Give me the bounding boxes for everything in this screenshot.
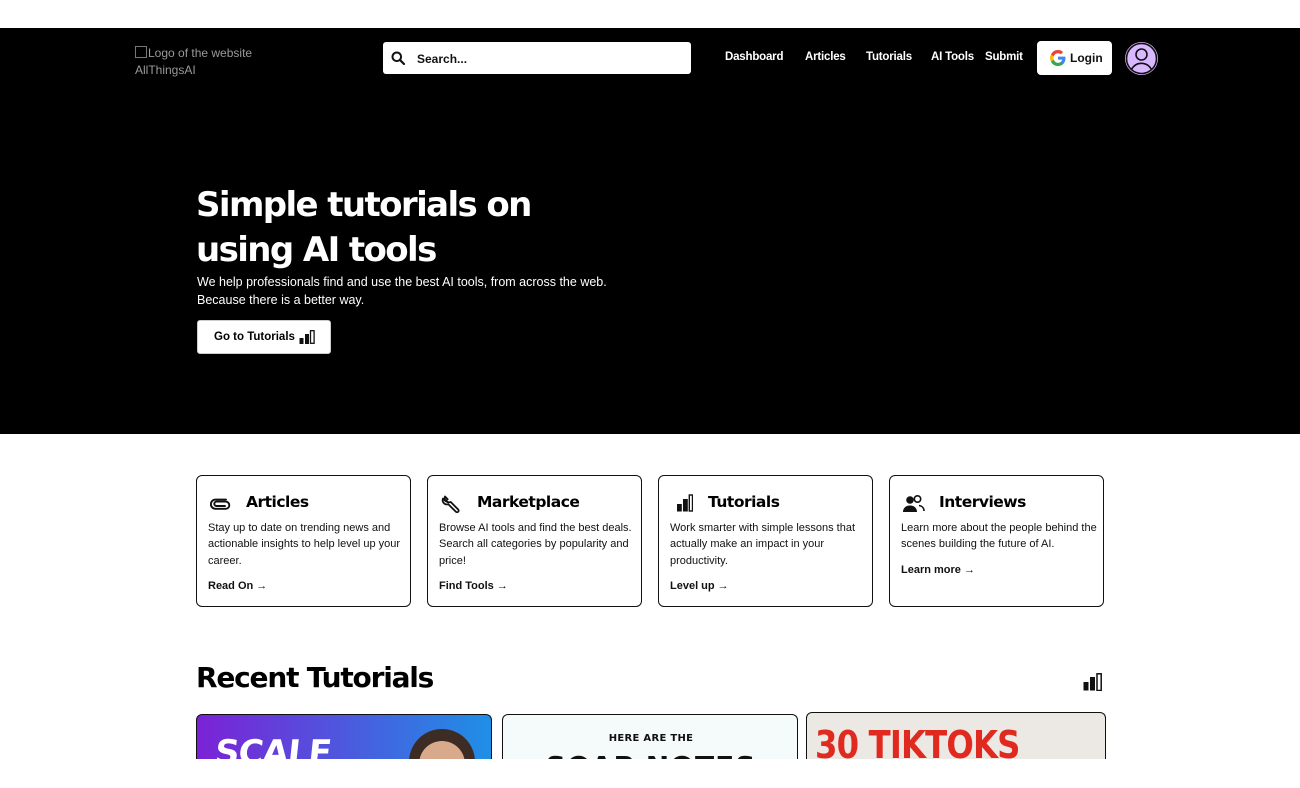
logo-alt-text: Logo of the website AllThingsAI xyxy=(135,46,253,77)
bar-chart-icon xyxy=(677,494,693,512)
search-icon xyxy=(391,51,405,65)
broken-image-icon xyxy=(135,46,147,58)
card-link-read-on[interactable]: Read On → xyxy=(208,580,267,592)
nav-dashboard[interactable]: Dashboard xyxy=(725,51,783,63)
card-marketplace[interactable]: Marketplace Browse AI tools and find the… xyxy=(427,475,642,607)
people-icon xyxy=(903,494,925,512)
bar-chart-icon xyxy=(299,330,315,344)
hero-title: Simple tutorials on using AI tools xyxy=(196,185,532,270)
card-tutorials[interactable]: Tutorials Work smarter with simple lesso… xyxy=(658,475,873,607)
nav-articles[interactable]: Articles xyxy=(805,51,846,63)
card-title: Articles xyxy=(246,493,309,511)
paperclip-icon xyxy=(210,498,231,510)
google-icon xyxy=(1050,50,1066,66)
card-title: Tutorials xyxy=(708,493,780,511)
wrench-icon xyxy=(441,495,460,514)
user-icon xyxy=(1125,42,1158,75)
card-title: Marketplace xyxy=(477,493,580,511)
card-articles[interactable]: Articles Stay up to date on trending new… xyxy=(196,475,411,607)
go-to-tutorials-label: Go to Tutorials xyxy=(214,331,295,343)
card-link-level-up[interactable]: Level up → xyxy=(670,580,729,592)
card-description: Browse AI tools and find the best deals.… xyxy=(439,522,632,567)
recent-tutorials-heading: Recent Tutorials xyxy=(196,661,434,694)
nav-submit[interactable]: Submit xyxy=(985,51,1023,63)
card-interviews[interactable]: Interviews Learn more about the people b… xyxy=(889,475,1104,607)
bar-chart-icon xyxy=(1083,673,1102,691)
card-link-find-tools[interactable]: Find Tools → xyxy=(439,580,508,592)
user-avatar[interactable] xyxy=(1125,42,1158,75)
card-title: Interviews xyxy=(939,493,1026,511)
search-bar[interactable] xyxy=(383,42,691,74)
search-input[interactable] xyxy=(415,48,679,70)
card-description: Work smarter with simple lessons that ac… xyxy=(670,522,856,567)
page-bottom-edge xyxy=(0,759,1300,788)
nav-ai-tools[interactable]: AI Tools xyxy=(931,51,974,63)
hero-subtitle: We help professionals find and use the b… xyxy=(197,275,607,307)
site-logo[interactable]: Logo of the website AllThingsAI xyxy=(135,45,285,79)
header-hero-background xyxy=(0,28,1300,434)
card-description: Learn more about the people behind the s… xyxy=(901,522,1097,551)
go-to-tutorials-button[interactable]: Go to Tutorials xyxy=(197,320,331,354)
card-description: Stay up to date on trending news and act… xyxy=(208,522,401,567)
nav-tutorials[interactable]: Tutorials xyxy=(866,51,912,63)
login-label: Login xyxy=(1070,51,1103,65)
card-link-learn-more[interactable]: Learn more → xyxy=(901,564,975,576)
google-login-button[interactable]: Login xyxy=(1037,41,1112,75)
thumbnail-subtext: HERE ARE THE xyxy=(608,733,694,744)
